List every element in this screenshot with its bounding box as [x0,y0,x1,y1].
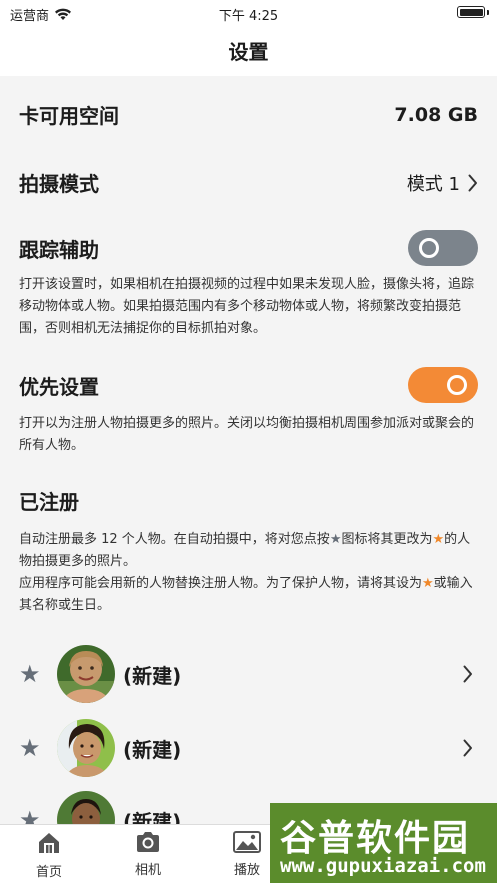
star-icon[interactable]: ★ [19,660,45,688]
shoot-mode-value: 模式 1 [406,173,460,195]
storage-label: 卡可用空间 [19,104,119,128]
priority-description: 打开以为注册人物拍摄更多的照片。关闭以均衡拍摄相机周围参加派对或聚会的所有人物。 [19,416,475,453]
star-orange-icon: ★ [422,576,434,591]
registered-desc-1b: 图标将其更改为 [341,532,433,547]
star-orange-icon: ★ [432,532,445,547]
shoot-mode-label: 拍摄模式 [19,172,99,196]
chevron-right-icon [468,174,477,191]
avatar [57,645,115,703]
star-icon[interactable]: ★ [19,734,45,762]
tracking-row: 跟踪辅助 [19,230,478,266]
page-title: 设置 [228,40,269,64]
shoot-mode-row[interactable]: 拍摄模式 模式 1 [19,168,478,197]
tab-playback-label: 播放 [233,863,260,878]
person-row[interactable]: ★ (新建) [19,718,478,778]
tab-camera[interactable]: 相机 [108,831,188,878]
tracking-label: 跟踪辅助 [19,237,99,262]
tab-camera-label: 相机 [134,863,161,878]
photo-icon [233,831,261,853]
home-icon [39,833,59,853]
nav-bar: 设置 [0,26,497,76]
storage-value: 7.08 GB [394,103,478,126]
person-name: (新建) [123,737,182,762]
registered-description: 自动注册最多 12 个人物。在自动拍摄中，将对您点按★图标将其更改为★的人物拍摄… [19,529,478,617]
camera-icon [137,832,159,852]
storage-row: 卡可用空间 7.08 GB [19,100,478,129]
person-name: (新建) [123,663,182,688]
priority-label: 优先设置 [19,374,99,399]
registered-title: 已注册 [19,490,79,514]
priority-toggle[interactable] [408,367,478,403]
star-grey-icon: ★ [329,532,342,547]
registered-desc-2a: 应用程序可能会用新的人物替换注册人物。为了保护人物，请将其设为 [19,576,423,591]
tab-home-label: 首页 [35,865,62,880]
status-bar: 运营商 下午 4:25 [0,0,497,26]
chevron-right-icon [463,739,472,757]
tracking-description: 打开该设置时，如果相机在拍摄视频的过程中如果未发现人脸，摄像头将，追踪移动物体或… [19,277,475,336]
avatar [57,719,115,777]
avatar [57,791,115,824]
tab-home[interactable]: 首页 [9,831,89,880]
registered-header: 已注册 [19,486,478,515]
shoot-mode-value-group: 模式 1 [407,170,478,196]
watermark-overlay: 谷普软件园 www.gupuxiazai.com [270,803,497,883]
battery-tip [487,10,489,15]
watermark-text: 谷普软件园 [280,818,471,859]
priority-row: 优先设置 [19,367,478,403]
tracking-toggle[interactable] [408,230,478,266]
person-row[interactable]: ★ (新建) [19,644,478,704]
star-icon[interactable]: ★ [19,806,45,824]
settings-content[interactable]: 卡可用空间 7.08 GB 拍摄模式 模式 1 跟踪辅助 打开该设置时，如果相机… [0,76,497,824]
registered-desc-1a: 自动注册最多 12 个人物。在自动拍摄中，将对您点按 [19,532,330,547]
status-time: 下午 4:25 [218,9,279,24]
battery-icon [457,6,485,18]
watermark-url: www.gupuxiazai.com [280,855,486,877]
toggle-knob [419,238,439,258]
chevron-right-icon [463,665,472,683]
toggle-knob [447,375,467,395]
